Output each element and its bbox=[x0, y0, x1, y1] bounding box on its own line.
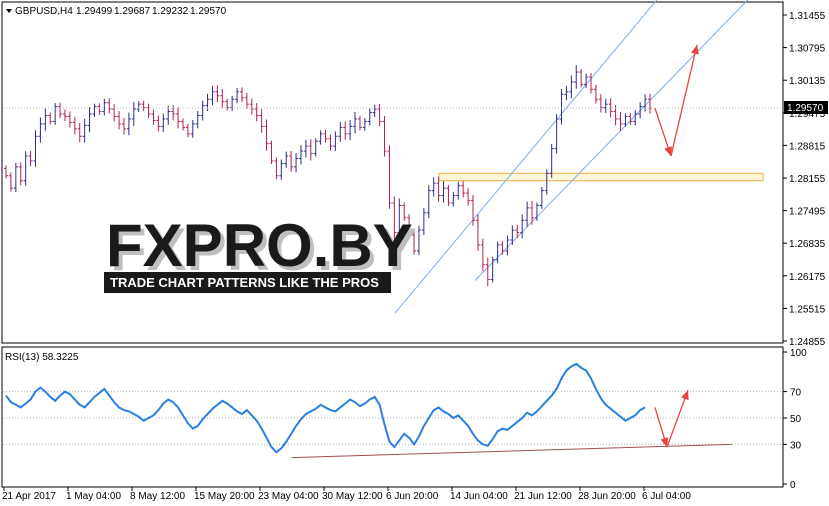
time-tick-label: 21 Apr 2017 bbox=[2, 491, 56, 502]
price-tick-label: 1.25515 bbox=[789, 304, 826, 315]
time-tick-label: 6 Jul 04:00 bbox=[642, 491, 691, 502]
time-tick-label: 21 Jun 12:00 bbox=[514, 491, 572, 502]
time-tick-label: 8 May 12:00 bbox=[130, 491, 185, 502]
rsi-header: RSI(13) 58.3225 bbox=[5, 352, 79, 363]
chart-canvas: 1.314551.307951.301351.294751.288151.281… bbox=[0, 0, 829, 506]
price-tick-label: 1.26835 bbox=[789, 239, 826, 250]
symbol-label: GBPUSD,H4 bbox=[15, 6, 73, 17]
time-tick-label: 14 Jun 04:00 bbox=[450, 491, 508, 502]
open-value: 1.29499 bbox=[76, 6, 113, 17]
price-tick-label: 1.30135 bbox=[789, 76, 826, 87]
price-tick-label: 1.24855 bbox=[789, 337, 826, 348]
watermark: FXPRO.BY FXPRO.BY TRADE CHART PATTERNS L… bbox=[104, 212, 417, 293]
price-tick-label: 1.30795 bbox=[789, 44, 826, 55]
high-value: 1.29687 bbox=[114, 6, 151, 17]
low-value: 1.29232 bbox=[152, 6, 189, 17]
watermark-tagline: TRADE CHART PATTERNS LIKE THE PROS bbox=[110, 275, 379, 290]
rsi-tick-label: 100 bbox=[790, 348, 807, 359]
chart-header: GBPUSD,H4 1.29499 1.29687 1.29232 1.2957… bbox=[6, 6, 227, 17]
support-zone bbox=[438, 172, 764, 182]
time-tick-label: 1 May 04:00 bbox=[66, 491, 121, 502]
close-value: 1.29570 bbox=[190, 6, 227, 17]
watermark-brand: FXPRO.BY bbox=[106, 212, 413, 279]
rsi-tick-label: 30 bbox=[790, 440, 802, 451]
rsi-tick-label: 50 bbox=[790, 414, 802, 425]
time-tick-label: 6 Jun 20:00 bbox=[386, 491, 439, 502]
price-tick-label: 1.31455 bbox=[789, 11, 826, 22]
time-tick-label: 15 May 20:00 bbox=[194, 491, 255, 502]
price-tick-label: 1.26175 bbox=[789, 272, 826, 283]
time-tick-label: 28 Jun 20:00 bbox=[578, 491, 636, 502]
rsi-tick-label: 0 bbox=[790, 480, 796, 491]
price-tick-label: 1.28815 bbox=[789, 141, 826, 152]
current-price-marker: 1.29570 bbox=[784, 101, 828, 114]
price-tick-label: 1.27495 bbox=[789, 207, 826, 218]
time-tick-label: 30 May 12:00 bbox=[322, 491, 383, 502]
price-tick-label: 1.28155 bbox=[789, 174, 826, 185]
time-tick-label: 23 May 04:00 bbox=[258, 491, 319, 502]
rsi-tick-label: 70 bbox=[790, 388, 802, 399]
current-price-label: 1.29570 bbox=[787, 103, 824, 114]
